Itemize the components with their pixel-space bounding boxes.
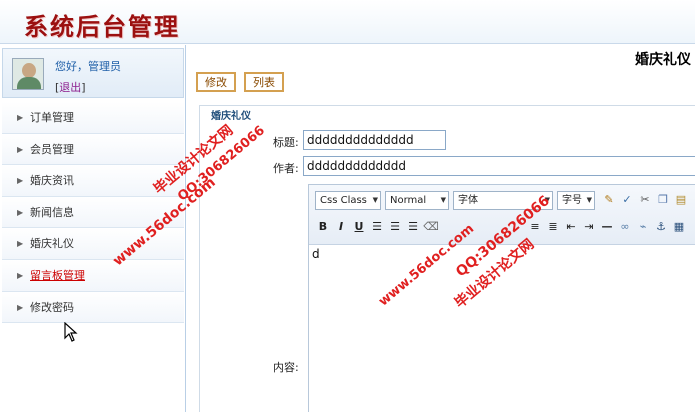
bold-icon[interactable]: B	[315, 218, 331, 235]
brush-icon[interactable]: ✎	[601, 191, 617, 208]
unlink-icon[interactable]: ⌁	[635, 218, 651, 235]
sidebar-item-label: 新闻信息	[30, 205, 74, 219]
chevron-down-icon: ▼	[372, 196, 378, 204]
font-value: 字体	[458, 195, 478, 206]
editor-content-area[interactable]: d	[309, 246, 323, 262]
sidebar-item-wedding-news[interactable]: ▶ 婚庆资讯	[2, 165, 184, 197]
mouse-cursor-icon	[64, 322, 78, 342]
spellcheck-icon[interactable]: ✓	[619, 191, 635, 208]
user-greeting: 您好，管理员	[55, 60, 121, 73]
sidebar-item-label: 留言板管理	[30, 268, 85, 282]
title-label: 标题:	[273, 136, 299, 149]
font-select[interactable]: 字体 ▼	[453, 191, 553, 210]
chevron-right-icon: ▶	[17, 239, 24, 249]
chevron-right-icon: ▶	[17, 270, 24, 280]
horizontal-rule-icon[interactable]: —	[599, 218, 615, 235]
author-label: 作者:	[273, 162, 299, 175]
unordered-list-icon[interactable]: ≡	[527, 218, 543, 235]
chevron-down-icon: ▼	[586, 196, 592, 204]
sidebar-item-label: 婚庆礼仪	[30, 237, 74, 251]
size-value: 字号	[562, 195, 582, 206]
chevron-down-icon: ▼	[440, 196, 446, 204]
list-button[interactable]: 列表	[244, 72, 284, 92]
align-right-icon[interactable]: ☰	[405, 218, 421, 235]
anchor-icon[interactable]: ⚓	[653, 218, 669, 235]
header: 系统后台管理	[0, 0, 695, 44]
copy-icon[interactable]: ❐	[655, 191, 671, 208]
format-select[interactable]: Normal ▼	[385, 191, 449, 210]
sidebar-item-label: 修改密码	[30, 300, 74, 314]
ordered-list-icon[interactable]: ≣	[545, 218, 561, 235]
chevron-right-icon: ▶	[17, 144, 24, 154]
page-title: 婚庆礼仪	[635, 52, 691, 68]
cut-icon[interactable]: ✂	[637, 191, 653, 208]
link-icon[interactable]: ∞	[617, 218, 633, 235]
underline-icon[interactable]: U	[351, 218, 367, 235]
sidebar-item-news[interactable]: ▶ 新闻信息	[2, 196, 184, 229]
sidebar-menu: ▶ 订单管理 ▶ 会员管理 ▶ 婚庆资讯 ▶ 新闻信息 ▶ 婚庆礼仪 ▶ 留言板管理 ▶ 修改…	[2, 102, 184, 324]
sidebar-item-members[interactable]: ▶ 会员管理	[2, 133, 184, 166]
align-left-icon[interactable]: ☰	[369, 218, 385, 235]
title-input[interactable]: dddddddddddddd	[303, 130, 446, 150]
table-icon[interactable]: ▦	[671, 218, 687, 235]
css-class-select[interactable]: Css Class ▼	[315, 191, 381, 210]
editor-toolbar: Css Class ▼ Normal ▼ 字体 ▼ 字号 ▼ ✎ ✓ ✂ ❐ ▤ B I…	[309, 185, 695, 245]
size-select[interactable]: 字号 ▼	[557, 191, 595, 210]
align-center-icon[interactable]: ☰	[387, 218, 403, 235]
eraser-icon[interactable]: ⌫	[423, 218, 439, 235]
sidebar-item-label: 会员管理	[30, 142, 74, 156]
logout-link[interactable]: 退出	[59, 81, 81, 94]
logout-wrap: [退出]	[55, 79, 86, 95]
main-content: 婚庆礼仪 修改 列表 婚庆礼仪 标题: dddddddddddddd 作者: d…	[187, 45, 695, 412]
format-value: Normal	[390, 195, 427, 206]
chevron-down-icon: ▼	[544, 196, 550, 204]
css-class-value: Css Class	[320, 195, 367, 206]
logout-bracket-close: ]	[81, 81, 86, 94]
chevron-right-icon: ▶	[17, 302, 24, 312]
paste-icon[interactable]: ▤	[673, 191, 689, 208]
chevron-right-icon: ▶	[17, 207, 24, 217]
edit-button[interactable]: 修改	[196, 72, 236, 92]
author-input[interactable]: ddddddddddddd	[303, 156, 695, 176]
sidebar-item-label: 订单管理	[30, 111, 74, 124]
section-legend: 婚庆礼仪	[209, 107, 253, 122]
sidebar-item-guestbook[interactable]: ▶ 留言板管理	[2, 259, 184, 292]
sidebar-item-label: 婚庆资讯	[30, 174, 74, 188]
rich-text-editor: Css Class ▼ Normal ▼ 字体 ▼ 字号 ▼ ✎ ✓ ✂ ❐ ▤ B I…	[308, 184, 695, 412]
site-title: 系统后台管理	[24, 12, 180, 41]
user-panel: 您好，管理员 [退出]	[2, 48, 184, 98]
indent-icon[interactable]: ⇥	[581, 218, 597, 235]
italic-icon[interactable]: I	[333, 218, 349, 235]
chevron-right-icon: ▶	[17, 113, 24, 122]
avatar	[12, 58, 44, 90]
content-label: 内容:	[273, 361, 299, 374]
sidebar-item-change-password[interactable]: ▶ 修改密码	[2, 291, 184, 324]
avatar-head	[22, 63, 36, 78]
sidebar-item-orders[interactable]: ▶ 订单管理	[2, 102, 184, 134]
avatar-body	[17, 77, 41, 89]
chevron-right-icon: ▶	[17, 176, 24, 186]
outdent-icon[interactable]: ⇤	[563, 218, 579, 235]
sidebar-item-wedding-etiquette[interactable]: ▶ 婚庆礼仪	[2, 228, 184, 260]
sidebar: 您好，管理员 [退出] ▶ 订单管理 ▶ 会员管理 ▶ 婚庆资讯 ▶ 新闻信息 ▶ 婚庆礼…	[0, 45, 186, 412]
